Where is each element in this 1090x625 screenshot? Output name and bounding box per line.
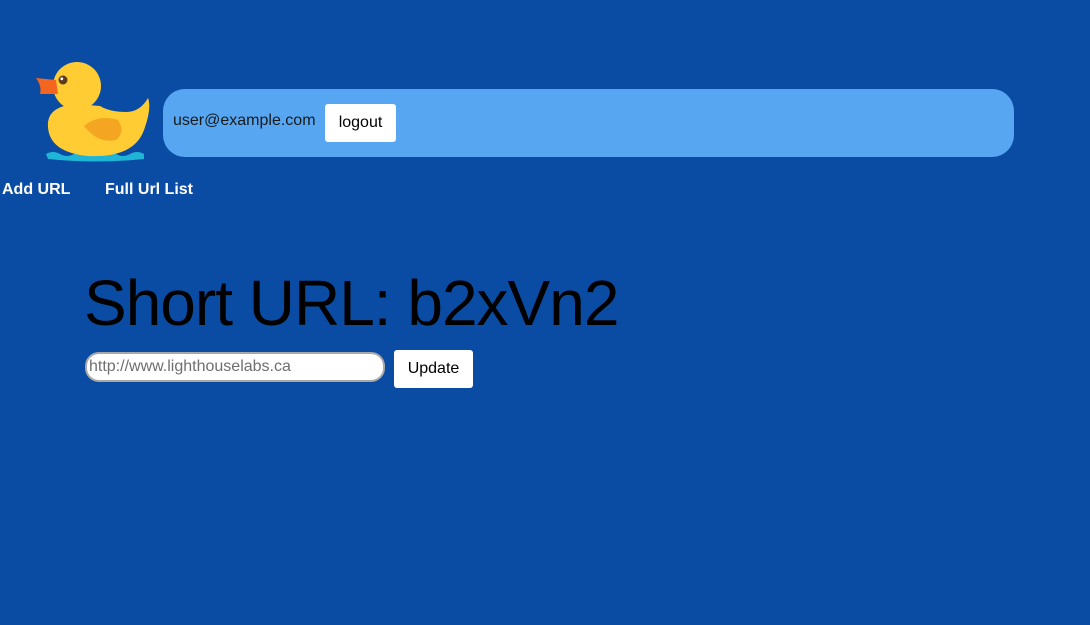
long-url-input[interactable] <box>85 352 385 382</box>
update-button[interactable]: Update <box>394 350 473 388</box>
user-bar: user@example.com logout <box>163 89 1014 157</box>
page-title: Short URL: b2xVn2 <box>84 267 619 339</box>
nav-link-add-url[interactable]: Add URL <box>2 181 70 199</box>
nav-link-full-url-list[interactable]: Full Url List <box>105 181 193 199</box>
logout-button[interactable]: logout <box>325 104 396 142</box>
rubber-duck-icon <box>36 60 154 162</box>
user-email: user@example.com <box>173 112 316 129</box>
